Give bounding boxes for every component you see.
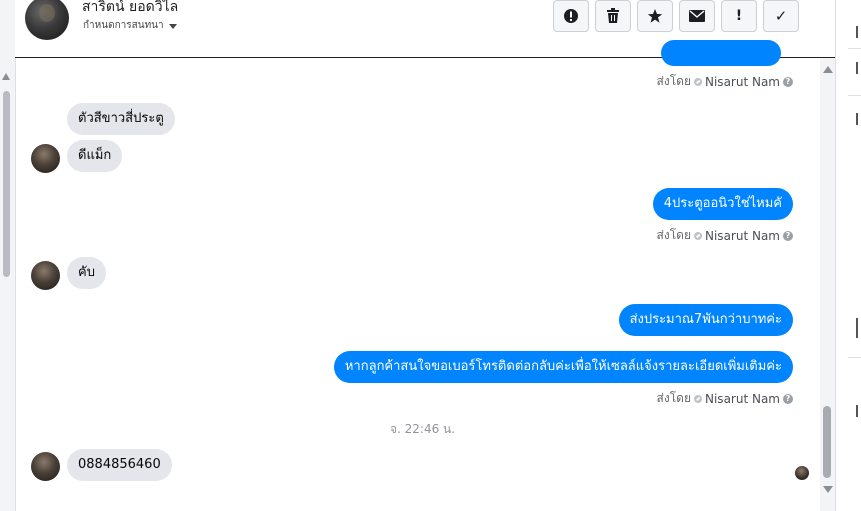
message-thread: ส่งโดย Nisarut Nam ? ตัวสีขาวสี่ประตู ดี… <box>15 40 820 511</box>
scrollbar-thumb[interactable] <box>823 406 831 478</box>
verified-dot-icon <box>694 77 702 86</box>
outgoing-message: ส่งประมาณ7พันกว่าบาทค่ะ <box>618 304 793 336</box>
star-button[interactable] <box>637 0 673 32</box>
scroll-up-arrow-icon[interactable] <box>823 66 833 73</box>
sent-by-prefix: ส่งโดย <box>656 228 691 242</box>
trash-icon <box>607 8 619 23</box>
message-timestamp: จ. 22:46 น. <box>390 422 456 436</box>
incoming-message: ดีแม็ก <box>67 140 123 172</box>
panel-item-edge <box>856 405 861 417</box>
incoming-message: ตัวสีขาวสี่ประตู <box>67 103 175 135</box>
sent-by-prefix: ส่งโดย <box>656 74 691 88</box>
outgoing-message: หากลูกค้าสนใจขอเบอร์โทรติดต่อกลับค่ะเพื่… <box>333 351 793 383</box>
sender-name[interactable]: Nisarut Nam <box>705 229 780 243</box>
scroll-up-arrow-icon[interactable] <box>2 73 10 80</box>
panel-divider <box>848 357 861 358</box>
help-icon[interactable]: ? <box>783 230 793 241</box>
scrollbar-thumb[interactable] <box>3 91 10 277</box>
outgoing-message: 4ประตูออนิวใช่ไหมคั <box>652 188 793 220</box>
delete-button[interactable] <box>595 0 631 32</box>
checkmark-icon: ✓ <box>774 7 788 25</box>
caret-down-icon <box>168 23 177 29</box>
star-icon <box>647 9 663 23</box>
contact-avatar-small[interactable] <box>31 452 60 481</box>
panel-item-edge <box>856 26 861 38</box>
left-scrollbar[interactable] <box>0 0 16 511</box>
verified-dot-icon <box>694 231 702 240</box>
contact-avatar[interactable] <box>25 0 69 40</box>
sent-by-label: ส่งโดย Nisarut Nam ? <box>657 226 793 245</box>
exclamation-icon: ! <box>735 8 743 24</box>
panel-divider <box>848 95 861 96</box>
incoming-message: คับ <box>67 257 106 289</box>
sent-by-label: ส่งโดย Nisarut Nam ? <box>657 389 793 408</box>
mark-unread-button[interactable] <box>679 0 715 32</box>
details-panel-edge <box>835 0 861 511</box>
panel-divider <box>848 48 861 49</box>
read-receipt-avatar <box>795 466 809 480</box>
help-icon[interactable]: ? <box>783 393 793 404</box>
incoming-message: 0884856460 <box>67 449 172 481</box>
contact-avatar-small[interactable] <box>31 144 60 173</box>
panel-item-edge <box>856 62 861 74</box>
panel-item-edge <box>856 318 861 338</box>
outgoing-message-partial <box>661 40 781 66</box>
verified-dot-icon <box>694 394 702 403</box>
sent-by-prefix: ส่งโดย <box>656 391 691 405</box>
conversation-status-label: กำหนดการสนทนา <box>83 20 164 31</box>
panel-item-edge <box>856 113 861 125</box>
conversation-toolbar: ! ✓ <box>553 0 799 32</box>
scroll-down-arrow-icon[interactable] <box>823 486 833 493</box>
envelope-icon <box>689 10 705 22</box>
conversation-status-dropdown[interactable]: กำหนดการสนทนา <box>83 18 177 33</box>
done-button[interactable]: ✓ <box>763 0 799 32</box>
sender-name[interactable]: Nisarut Nam <box>705 75 780 89</box>
contact-name[interactable]: สาริตน์ ยอดวิไล <box>82 0 178 18</box>
thread-scrollbar[interactable] <box>820 58 835 511</box>
spam-button[interactable]: ! <box>721 0 757 32</box>
sender-name[interactable]: Nisarut Nam <box>705 392 780 406</box>
help-icon[interactable]: ? <box>783 76 793 87</box>
report-button[interactable] <box>553 0 589 32</box>
sent-by-label: ส่งโดย Nisarut Nam ? <box>657 72 793 91</box>
contact-avatar-small[interactable] <box>31 261 60 290</box>
alert-circle-icon <box>564 9 578 23</box>
